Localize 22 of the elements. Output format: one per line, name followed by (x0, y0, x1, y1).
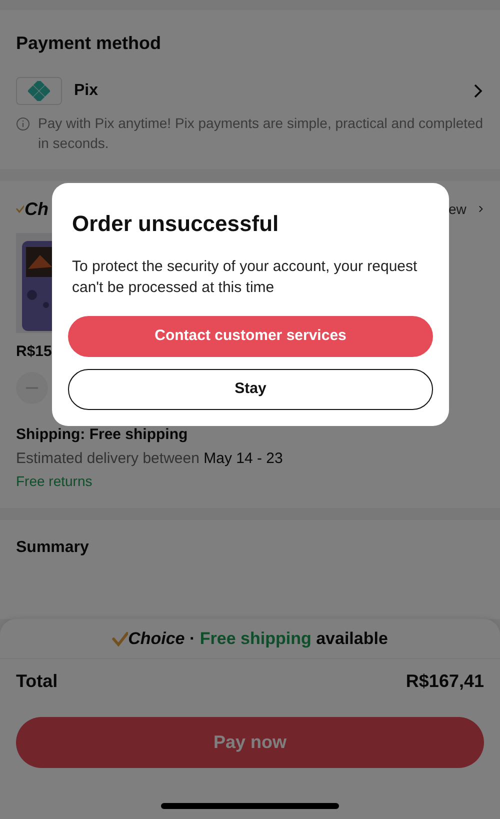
dialog-message: To protect the security of your account, your request can't be processed at this time (71, 257, 418, 298)
choice-banner-text: Choice · Free shipping available (128, 628, 388, 650)
chevron-right-icon (472, 83, 484, 99)
total-value: R$167,41 (406, 670, 484, 692)
free-returns-text: Free returns (16, 472, 94, 490)
delivery-estimate: Estimated delivery between May 14 - 23 (16, 449, 284, 469)
dialog-title: Order unsuccessful (71, 210, 280, 238)
payment-note: Pay with Pix anytime! Pix payments are simple, practical and completed in seconds. (38, 114, 484, 153)
section-title: Payment method (16, 32, 162, 55)
stay-button[interactable]: Stay (68, 369, 433, 410)
summary-title: Summary (16, 538, 90, 558)
contact-button[interactable]: Contact customer services (68, 316, 433, 357)
total-label: Total (16, 670, 58, 692)
check-icon (112, 630, 128, 646)
info-icon (16, 117, 30, 131)
minus-icon[interactable] (16, 372, 48, 404)
payment-method-option[interactable]: Pix (74, 79, 98, 103)
pay-now-button[interactable]: Pay now (16, 717, 484, 768)
choice-logo: Ch (24, 198, 48, 220)
shipping-title: Shipping: Free shipping (16, 424, 189, 444)
item-price: R$15 (16, 342, 53, 362)
pix-logo (16, 77, 62, 105)
